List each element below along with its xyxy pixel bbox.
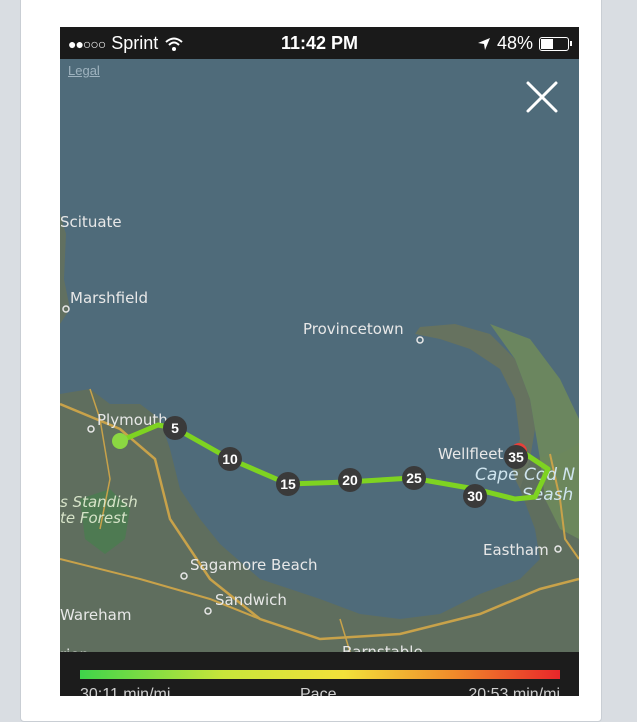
place-label: Wareham	[60, 606, 131, 624]
place-label: Provincetown	[303, 320, 404, 338]
place-label: te Forest	[60, 509, 128, 527]
battery-icon	[539, 36, 572, 51]
svg-text:5: 5	[171, 420, 179, 436]
mile-marker: 10	[218, 447, 242, 471]
legal-link[interactable]: Legal	[68, 63, 100, 78]
pace-max-label: 20:53 min/mi	[468, 686, 560, 696]
route-map[interactable]: Scituate Marshfield Provincetown Plymout…	[60, 59, 579, 652]
phone-screenshot: ●●○○○ Sprint 11:42 PM 48% Scituate Marsh…	[60, 27, 579, 696]
mile-marker: 25	[402, 466, 426, 490]
svg-text:10: 10	[222, 451, 238, 467]
pace-legend-bar: 30:11 min/mi Pace 20:53 min/mi	[60, 652, 579, 696]
place-label: Barnstable	[342, 643, 423, 652]
place-label: Cape Cod N	[475, 465, 575, 485]
place-label: Wellfleet	[438, 445, 503, 463]
mile-marker: 35	[504, 445, 528, 469]
battery-percent: 48%	[496, 33, 533, 53]
place-label: Scituate	[60, 213, 122, 231]
location-arrow-icon	[477, 37, 490, 50]
status-bar: ●●○○○ Sprint 11:42 PM 48%	[60, 27, 579, 59]
mile-marker: 30	[463, 484, 487, 508]
svg-text:35: 35	[508, 449, 524, 465]
pace-gradient	[80, 670, 560, 679]
svg-text:20: 20	[342, 472, 358, 488]
place-label: Sandwich	[215, 591, 287, 609]
svg-text:30: 30	[467, 488, 483, 504]
pace-label: Pace	[300, 686, 337, 696]
svg-text:15: 15	[280, 476, 296, 492]
mile-marker: 5	[163, 416, 187, 440]
place-label: Sagamore Beach	[190, 556, 318, 574]
place-label: Eastham	[483, 541, 549, 559]
pace-min-label: 30:11 min/mi	[80, 686, 171, 696]
svg-text:25: 25	[406, 470, 422, 486]
start-marker[interactable]	[112, 433, 128, 449]
mile-marker: 20	[338, 468, 362, 492]
close-icon[interactable]	[524, 79, 560, 115]
place-label: Seash	[522, 485, 573, 505]
place-label: Marshfield	[70, 289, 148, 307]
mile-marker: 15	[276, 472, 300, 496]
